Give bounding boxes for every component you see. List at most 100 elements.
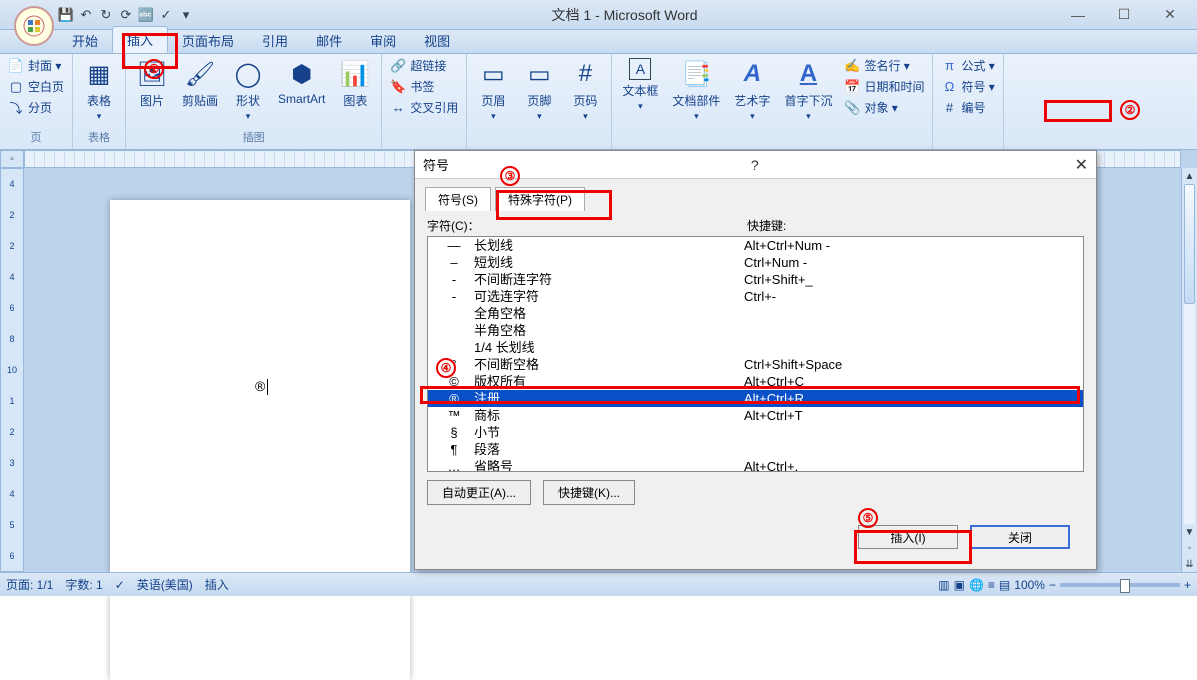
redo-icon[interactable]: ↻ bbox=[98, 7, 114, 23]
signature-button[interactable]: ✍签名行 ▾ bbox=[842, 56, 926, 75]
annotation-marker-3: ③ bbox=[500, 166, 520, 186]
char-row[interactable]: °不间断空格Ctrl+Shift+Space bbox=[428, 356, 1083, 373]
dialog-help-icon[interactable]: ? bbox=[751, 157, 759, 173]
shapes-button[interactable]: ◯形状▾ bbox=[228, 56, 268, 124]
char-row[interactable]: ©版权所有Alt+Ctrl+C bbox=[428, 373, 1083, 390]
tab-review[interactable]: 审阅 bbox=[356, 28, 410, 53]
tab-home[interactable]: 开始 bbox=[58, 28, 112, 53]
tab-layout[interactable]: 页面布局 bbox=[168, 28, 248, 53]
char-row[interactable]: ¶段落 bbox=[428, 441, 1083, 458]
document-page[interactable]: ® bbox=[110, 200, 410, 680]
chart-button[interactable]: 📊图表 bbox=[335, 56, 375, 111]
view-web-icon[interactable]: 🌐 bbox=[969, 578, 984, 592]
zoom-out-icon[interactable]: − bbox=[1049, 578, 1056, 592]
qat-icon[interactable]: 🔤 bbox=[138, 7, 154, 23]
char-row[interactable]: 1/4 长划线 bbox=[428, 339, 1083, 356]
prev-page-icon[interactable]: ◦ bbox=[1182, 540, 1197, 556]
dialog-tab-symbols[interactable]: 符号(S) bbox=[425, 187, 491, 211]
tab-mailings[interactable]: 邮件 bbox=[302, 28, 356, 53]
zoom-in-icon[interactable]: + bbox=[1184, 578, 1191, 592]
tab-view[interactable]: 视图 bbox=[410, 28, 464, 53]
office-button[interactable] bbox=[14, 6, 54, 46]
cover-page-button[interactable]: 📄封面 ▾ bbox=[6, 56, 66, 75]
annotation-marker-2: ② bbox=[1120, 100, 1140, 120]
shapes-icon: ◯ bbox=[232, 58, 264, 90]
symbol-dialog: 符号 ? ✕ 符号(S) 特殊字符(P) 字符(C)： 快捷键: —长划线Alt… bbox=[414, 150, 1097, 570]
dropcap-button[interactable]: A首字下沉▾ bbox=[780, 56, 836, 124]
view-outline-icon[interactable]: ≡ bbox=[988, 578, 995, 592]
parts-button[interactable]: 📑文档部件▾ bbox=[668, 56, 724, 124]
char-row[interactable]: —长划线Alt+Ctrl+Num - bbox=[428, 237, 1083, 254]
special-char-list[interactable]: —长划线Alt+Ctrl+Num -–短划线Ctrl+Num -‑不间断连字符C… bbox=[427, 236, 1084, 472]
pagenum-button[interactable]: #页码▾ bbox=[565, 56, 605, 124]
save-icon[interactable]: 💾 bbox=[58, 7, 74, 23]
textbox-button[interactable]: A文本框▾ bbox=[618, 56, 662, 114]
blank-page-button[interactable]: ▢空白页 bbox=[6, 77, 66, 96]
clipart-button[interactable]: 🖌剪贴画 bbox=[178, 56, 222, 111]
number-button[interactable]: #编号 bbox=[939, 98, 996, 117]
tab-references[interactable]: 引用 bbox=[248, 28, 302, 53]
close-button[interactable]: ✕ bbox=[1147, 3, 1193, 27]
close-dialog-button[interactable]: 关闭 bbox=[970, 525, 1070, 549]
char-row[interactable]: ‑不间断连字符Ctrl+Shift+_ bbox=[428, 271, 1083, 288]
status-mode[interactable]: 插入 bbox=[205, 576, 229, 593]
annotation-marker-4: ④ bbox=[436, 358, 456, 378]
equation-button[interactable]: π公式 ▾ bbox=[939, 56, 996, 75]
annotation-marker-5: ⑤ bbox=[858, 508, 878, 528]
table-button[interactable]: ▦表格▾ bbox=[79, 56, 119, 124]
status-words[interactable]: 字数: 1 bbox=[65, 576, 102, 593]
dialog-tab-special[interactable]: 特殊字符(P) bbox=[495, 187, 585, 211]
dialog-title: 符号 bbox=[423, 155, 449, 174]
qat-more-icon[interactable]: ▾ bbox=[178, 7, 194, 23]
autocorrect-button[interactable]: 自动更正(A)... bbox=[427, 480, 531, 505]
smartart-button[interactable]: ⬢SmartArt bbox=[274, 56, 329, 108]
char-row[interactable]: ‐可选连字符Ctrl+- bbox=[428, 288, 1083, 305]
view-print-layout-icon[interactable]: ▥ bbox=[938, 578, 949, 592]
insert-button[interactable]: 插入(I) bbox=[858, 525, 958, 549]
symbol-button[interactable]: Ω符号 ▾ bbox=[939, 77, 996, 96]
footer-button[interactable]: ▭页脚▾ bbox=[519, 56, 559, 124]
status-proofing-icon[interactable]: ✓ bbox=[115, 578, 125, 592]
wordart-button[interactable]: A艺术字▾ bbox=[730, 56, 774, 124]
char-row[interactable]: ®注册Alt+Ctrl+R bbox=[428, 390, 1083, 407]
char-row[interactable]: §小节 bbox=[428, 424, 1083, 441]
char-row[interactable]: 半角空格 bbox=[428, 322, 1083, 339]
object-button[interactable]: 📎对象 ▾ bbox=[842, 98, 926, 117]
scroll-down-icon[interactable]: ▼ bbox=[1182, 524, 1197, 540]
window-title: 文档 1 - Microsoft Word bbox=[194, 5, 1055, 25]
qat-icon[interactable]: ⟳ bbox=[118, 7, 134, 23]
qat-icon[interactable]: ✓ bbox=[158, 7, 174, 23]
view-draft-icon[interactable]: ▤ bbox=[999, 578, 1010, 592]
group-pages-label: 页 bbox=[6, 129, 66, 147]
next-page-icon[interactable]: ⇊ bbox=[1182, 556, 1197, 572]
zoom-slider[interactable] bbox=[1060, 583, 1180, 587]
char-row[interactable]: 全角空格 bbox=[428, 305, 1083, 322]
char-row[interactable]: –短划线Ctrl+Num - bbox=[428, 254, 1083, 271]
crossref-button[interactable]: ↔交叉引用 bbox=[388, 98, 460, 117]
chart-icon: 📊 bbox=[339, 58, 371, 90]
shortcut-key-button[interactable]: 快捷键(K)... bbox=[543, 480, 635, 505]
header-button[interactable]: ▭页眉▾ bbox=[473, 56, 513, 124]
tab-insert[interactable]: 插入 bbox=[112, 26, 168, 53]
scroll-thumb[interactable] bbox=[1184, 184, 1195, 304]
maximize-button[interactable]: ☐ bbox=[1101, 3, 1147, 27]
vertical-scrollbar[interactable]: ▲ ▼ ◦ ⇊ bbox=[1181, 168, 1197, 572]
status-language[interactable]: 英语(美国) bbox=[137, 576, 193, 593]
zoom-level[interactable]: 100% bbox=[1014, 578, 1045, 592]
vertical-ruler[interactable]: 42246810123456 bbox=[0, 168, 24, 572]
char-row[interactable]: ™商标Alt+Ctrl+T bbox=[428, 407, 1083, 424]
bookmark-button[interactable]: 🔖书签 bbox=[388, 77, 460, 96]
undo-icon[interactable]: ↶ bbox=[78, 7, 94, 23]
page-break-button[interactable]: ⤵分页 bbox=[6, 98, 66, 117]
document-text: ® bbox=[255, 378, 268, 395]
datetime-button[interactable]: 📅日期和时间 bbox=[842, 77, 926, 96]
scroll-up-icon[interactable]: ▲ bbox=[1182, 168, 1197, 184]
status-page[interactable]: 页面: 1/1 bbox=[6, 576, 53, 593]
dialog-close-icon[interactable]: ✕ bbox=[1075, 155, 1088, 175]
ruler-corner[interactable]: ▫ bbox=[0, 150, 24, 168]
minimize-button[interactable]: — bbox=[1055, 3, 1101, 27]
char-row[interactable]: …省略号Alt+Ctrl+. bbox=[428, 458, 1083, 472]
char-label: 字符(C)： bbox=[427, 217, 747, 234]
hyperlink-button[interactable]: 🔗超链接 bbox=[388, 56, 460, 75]
view-full-screen-icon[interactable]: ▣ bbox=[954, 578, 965, 592]
